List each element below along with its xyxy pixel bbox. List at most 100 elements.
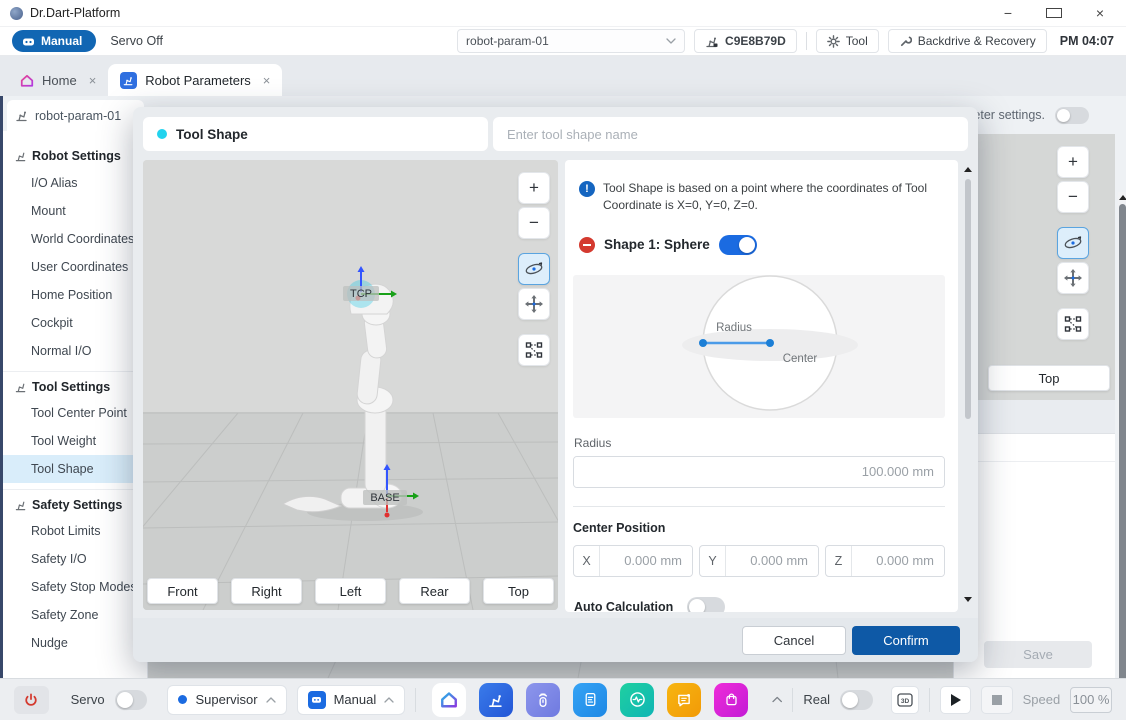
tool-shape-name-input[interactable]: [493, 117, 968, 151]
pan-button[interactable]: [518, 288, 550, 320]
tool-button[interactable]: Tool: [816, 29, 879, 53]
center-y-input[interactable]: [726, 546, 818, 576]
dock-teach-pendant-app[interactable]: [526, 683, 560, 717]
zoom-out-button[interactable]: −: [1057, 181, 1089, 213]
measure-button[interactable]: [518, 334, 550, 366]
center-x-input[interactable]: [600, 546, 692, 576]
speed-value-box[interactable]: 100 %: [1070, 687, 1112, 713]
sidebar-item-safety-io[interactable]: Safety I/O: [3, 545, 147, 573]
real-mode-toggle[interactable]: [840, 690, 873, 710]
cancel-button[interactable]: Cancel: [742, 626, 846, 655]
sidebar-item-cockpit[interactable]: Cockpit: [3, 309, 147, 337]
doc-tab-robot-param[interactable]: robot-param-01: [7, 100, 144, 131]
dock-home-app[interactable]: [432, 683, 466, 717]
sidebar-item-tool-center-point[interactable]: Tool Center Point: [3, 399, 147, 427]
sidebar-item-tool-shape[interactable]: Tool Shape: [3, 455, 147, 483]
shape-enable-toggle[interactable]: [719, 235, 757, 255]
dock-robot-params-app[interactable]: [479, 683, 513, 717]
view-top-button[interactable]: Top: [483, 578, 554, 604]
sidebar-item-io-alias[interactable]: I/O Alias: [3, 169, 147, 197]
zoom-out-button[interactable]: −: [518, 207, 550, 239]
save-button[interactable]: Save: [984, 641, 1092, 668]
sidebar-item-user-coordinates[interactable]: User Coordinates: [3, 253, 147, 281]
robot-arm-icon: [488, 692, 504, 708]
power-icon: [24, 693, 38, 707]
dialog-title-box: Tool Shape: [143, 117, 488, 151]
auto-calculation-toggle[interactable]: [687, 597, 725, 612]
sidebar-section-robot-settings[interactable]: Robot Settings: [3, 141, 147, 169]
chevron-up-icon: [384, 697, 394, 703]
simulation-3d-button[interactable]: 3D: [891, 686, 919, 714]
mode-manual-button[interactable]: Manual: [12, 30, 96, 52]
orbit-rotate-button[interactable]: [518, 253, 550, 285]
robot-arm-icon: [15, 381, 27, 393]
view-right-button[interactable]: Right: [231, 578, 302, 604]
sidebar-item-safety-stop-modes[interactable]: Safety Stop Modes: [3, 573, 147, 601]
pan-move-icon: [525, 295, 543, 313]
mode-select[interactable]: Manual: [297, 685, 406, 715]
dock-monitoring-app[interactable]: [620, 683, 654, 717]
minimize-button[interactable]: −: [1000, 5, 1016, 21]
scrollbar-thumb[interactable]: [1119, 204, 1126, 720]
sidebar-section-tool-settings[interactable]: Tool Settings: [3, 371, 147, 399]
play-button[interactable]: [940, 686, 971, 714]
sidebar-item-nudge[interactable]: Nudge: [3, 629, 147, 657]
orbit-rotate-button[interactable]: [1057, 227, 1089, 259]
robot-serial-button[interactable]: C9E8B79D: [694, 29, 797, 53]
sidebar-item-home-position[interactable]: Home Position: [3, 281, 147, 309]
pan-button[interactable]: [1057, 262, 1089, 294]
sidebar-item-safety-zone[interactable]: Safety Zone: [3, 601, 147, 629]
role-select[interactable]: Supervisor: [167, 685, 286, 715]
dialog-3d-viewport[interactable]: TCP BASE + −: [143, 160, 558, 610]
sidebar-item-tool-weight[interactable]: Tool Weight: [3, 427, 147, 455]
dock-message-app[interactable]: [667, 683, 701, 717]
sidebar-item-mount[interactable]: Mount: [3, 197, 147, 225]
shape-settings-panel: ! Tool Shape is based on a point where t…: [565, 160, 958, 612]
servo-toggle[interactable]: [115, 690, 148, 710]
sim-window-icon: 3D: [897, 693, 913, 707]
zoom-in-button[interactable]: +: [518, 172, 550, 204]
dock-store-app[interactable]: [714, 683, 748, 717]
clock-text: PM 04:07: [1060, 34, 1114, 48]
panel-scrollbar[interactable]: [962, 167, 974, 605]
app-logo-icon: [10, 7, 23, 20]
param-file-dropdown[interactable]: robot-param-01: [457, 29, 685, 53]
window-scrollbar[interactable]: [1118, 192, 1126, 720]
stop-button[interactable]: [981, 686, 1012, 714]
confirm-button[interactable]: Confirm: [852, 626, 960, 655]
tcp-label: TCP: [350, 288, 372, 300]
sidebar-item-world-coordinates[interactable]: World Coordinates: [3, 225, 147, 253]
dock-task-writer-app[interactable]: [573, 683, 607, 717]
view-left-button[interactable]: Left: [315, 578, 386, 604]
remove-shape-icon[interactable]: [579, 237, 595, 253]
view-front-button[interactable]: Front: [147, 578, 218, 604]
measure-button[interactable]: [1057, 308, 1089, 340]
tab-robot-parameters[interactable]: Robot Parameters ×: [108, 64, 282, 96]
scrollbar-thumb[interactable]: [965, 179, 971, 419]
sidebar-item-normal-io[interactable]: Normal I/O: [3, 337, 147, 365]
background-top-view-button[interactable]: Top: [988, 365, 1110, 391]
auto-calculation-label: Auto Calculation: [574, 600, 673, 612]
view-rear-button[interactable]: Rear: [399, 578, 470, 604]
settings-lock-toggle[interactable]: [1055, 107, 1089, 124]
zoom-in-button[interactable]: +: [1057, 146, 1089, 178]
pan-move-icon: [1064, 269, 1082, 287]
tab-robot-parameters-close-icon[interactable]: ×: [263, 73, 271, 88]
info-text: Tool Shape is based on a point where the…: [603, 180, 945, 215]
dock-expand-chevron-icon[interactable]: [772, 696, 782, 703]
scroll-down-icon[interactable]: [964, 597, 972, 602]
scroll-up-icon[interactable]: [1119, 195, 1126, 200]
tab-home-close-icon[interactable]: ×: [89, 73, 97, 88]
sidebar-section-safety-settings[interactable]: Safety Settings: [3, 489, 147, 517]
radius-input[interactable]: [574, 457, 944, 487]
scroll-up-icon[interactable]: [964, 167, 972, 172]
center-z-input[interactable]: [852, 546, 944, 576]
tab-home[interactable]: Home ×: [8, 64, 108, 96]
close-button[interactable]: ×: [1092, 5, 1108, 21]
backdrive-recovery-button[interactable]: Backdrive & Recovery: [888, 29, 1047, 53]
toggle-knob: [689, 599, 705, 612]
power-button[interactable]: [14, 686, 49, 714]
maximize-button[interactable]: [1046, 8, 1062, 18]
sidebar-item-robot-limits[interactable]: Robot Limits: [3, 517, 147, 545]
stop-icon: [992, 695, 1002, 705]
